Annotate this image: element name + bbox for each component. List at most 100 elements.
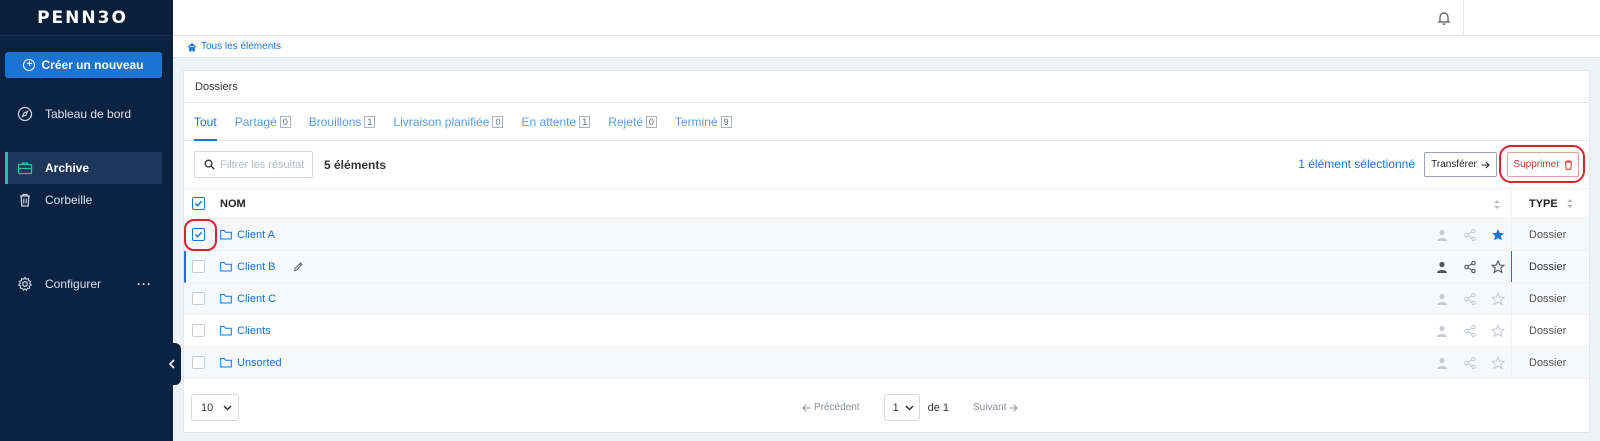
row-actions bbox=[1435, 347, 1505, 378]
more-options-icon[interactable]: ··· bbox=[137, 277, 152, 291]
folder-name[interactable]: Client A bbox=[220, 229, 1589, 241]
share-icon[interactable] bbox=[1463, 260, 1477, 274]
type-cell: Dossier bbox=[1511, 251, 1589, 282]
filter-box bbox=[194, 151, 313, 178]
row-checkbox[interactable] bbox=[192, 260, 205, 273]
folder-name[interactable]: Unsorted bbox=[220, 357, 1589, 369]
sidebar-item-label: Tableau de bord bbox=[45, 107, 132, 121]
user-icon[interactable] bbox=[1435, 260, 1449, 274]
item-count: 5 éléments bbox=[324, 157, 387, 172]
next-label: Suivant bbox=[973, 402, 1007, 413]
row-checkbox[interactable] bbox=[192, 356, 205, 369]
panel-title: Dossiers bbox=[184, 71, 1589, 103]
sort-icon[interactable] bbox=[1493, 199, 1501, 210]
create-new-label: Créer un nouveau bbox=[41, 58, 144, 72]
column-header-type[interactable]: TYPE bbox=[1511, 189, 1589, 218]
page-size-select[interactable]: 10 bbox=[191, 394, 239, 421]
sidebar-item-configure[interactable]: Configurer ··· bbox=[5, 268, 162, 300]
table-row[interactable]: Client C Dossier bbox=[184, 283, 1589, 315]
star-icon[interactable] bbox=[1491, 355, 1505, 370]
page-select[interactable]: 1 bbox=[883, 394, 920, 421]
transfer-button[interactable]: Transférer bbox=[1424, 152, 1497, 177]
folder-icon bbox=[220, 358, 232, 368]
tab-label: En attente bbox=[521, 114, 577, 129]
star-icon[interactable] bbox=[1491, 291, 1505, 306]
folder-name-text: Client B bbox=[237, 260, 276, 273]
tab-count-badge: 0 bbox=[492, 115, 504, 128]
star-icon[interactable] bbox=[1491, 259, 1505, 274]
user-icon[interactable] bbox=[1435, 324, 1449, 338]
bell-icon[interactable] bbox=[1436, 10, 1452, 26]
star-icon[interactable] bbox=[1491, 323, 1505, 338]
tab-all[interactable]: Tout bbox=[194, 103, 217, 141]
sidebar-item-label: Configurer bbox=[45, 277, 102, 291]
type-cell: Dossier bbox=[1511, 347, 1589, 378]
tab-count-badge: 0 bbox=[279, 115, 291, 128]
breadcrumb-link[interactable]: Tous les éléments bbox=[201, 41, 281, 52]
tab-drafts[interactable]: Brouillons 1 bbox=[309, 103, 376, 140]
topbar-divider bbox=[1463, 0, 1464, 36]
star-filled-icon[interactable] bbox=[1491, 228, 1505, 242]
user-icon[interactable] bbox=[1435, 228, 1449, 242]
table-row[interactable]: Client A Dossier bbox=[184, 219, 1589, 251]
share-icon[interactable] bbox=[1463, 324, 1477, 338]
sidebar-item-archive[interactable]: Archive bbox=[5, 152, 162, 184]
share-icon[interactable] bbox=[1463, 228, 1477, 242]
highlight-annotation bbox=[184, 219, 217, 251]
folder-name-text: Clients bbox=[237, 324, 271, 337]
folder-icon bbox=[220, 294, 232, 304]
tab-label: Rejeté bbox=[608, 114, 643, 129]
home-icon bbox=[187, 42, 197, 51]
folder-name[interactable]: Client B bbox=[220, 261, 1589, 273]
tab-count-badge: 1 bbox=[364, 115, 376, 128]
tab-pending[interactable]: En attente 1 bbox=[521, 103, 591, 140]
trash-icon bbox=[20, 193, 30, 207]
arrow-left-icon bbox=[802, 404, 811, 411]
next-page-button[interactable]: Suivant bbox=[973, 402, 1019, 413]
filter-input[interactable] bbox=[220, 158, 310, 171]
column-header-name[interactable]: NOM bbox=[220, 198, 1589, 210]
tabs: Tout Partagé 0 Brouillons 1 Livraison pl… bbox=[184, 103, 1589, 141]
user-icon[interactable] bbox=[1435, 292, 1449, 306]
collapse-sidebar-button[interactable] bbox=[163, 343, 181, 385]
tab-rejected[interactable]: Rejeté 0 bbox=[608, 103, 657, 140]
check-icon bbox=[194, 200, 203, 207]
folder-name-text: Client A bbox=[237, 228, 275, 241]
highlight-annotation bbox=[1499, 145, 1585, 183]
share-icon[interactable] bbox=[1463, 356, 1477, 370]
logo[interactable]: PENN3O bbox=[37, 8, 128, 28]
sidebar-item-label: Archive bbox=[45, 161, 90, 175]
table-row[interactable]: Client B Dossier bbox=[184, 251, 1589, 283]
tab-count-badge: 9 bbox=[720, 115, 732, 128]
folder-name[interactable]: Clients bbox=[220, 325, 1589, 337]
folders-panel: Dossiers Tout Partagé 0 Brouillons 1 Liv… bbox=[183, 70, 1590, 433]
briefcase-icon bbox=[17, 162, 33, 175]
create-new-button[interactable]: + Créer un nouveau bbox=[5, 52, 162, 78]
row-checkbox[interactable] bbox=[192, 324, 205, 337]
sidebar-item-trash[interactable]: Corbeille bbox=[5, 184, 162, 216]
sidebar-item-label: Corbeille bbox=[45, 193, 93, 207]
folder-name[interactable]: Client C bbox=[220, 293, 1589, 305]
breadcrumb: Tous les éléments bbox=[173, 36, 1600, 58]
transfer-label: Transférer bbox=[1431, 159, 1477, 170]
user-icon[interactable] bbox=[1435, 356, 1449, 370]
table-row[interactable]: Unsorted Dossier bbox=[184, 347, 1589, 379]
tab-shared[interactable]: Partagé 0 bbox=[235, 103, 291, 140]
tab-label: Livraison planifiée bbox=[393, 114, 490, 129]
pencil-icon[interactable] bbox=[293, 261, 304, 272]
gear-icon bbox=[17, 276, 33, 292]
table-row[interactable]: Clients Dossier bbox=[184, 315, 1589, 347]
tab-scheduled[interactable]: Livraison planifiée 0 bbox=[393, 103, 504, 140]
folder-icon bbox=[220, 326, 232, 336]
type-cell: Dossier bbox=[1511, 283, 1589, 314]
tab-count-badge: 0 bbox=[645, 115, 657, 128]
share-icon[interactable] bbox=[1463, 292, 1477, 306]
sidebar-item-dashboard[interactable]: Tableau de bord bbox=[5, 98, 162, 130]
previous-page-button[interactable]: Précédent bbox=[802, 402, 860, 413]
row-checkbox[interactable] bbox=[192, 292, 205, 305]
sort-icon[interactable] bbox=[1566, 198, 1574, 209]
select-all-checkbox[interactable] bbox=[192, 197, 205, 210]
search-icon bbox=[204, 159, 215, 170]
tab-completed[interactable]: Terminé 9 bbox=[675, 103, 732, 140]
folder-icon bbox=[220, 230, 232, 240]
